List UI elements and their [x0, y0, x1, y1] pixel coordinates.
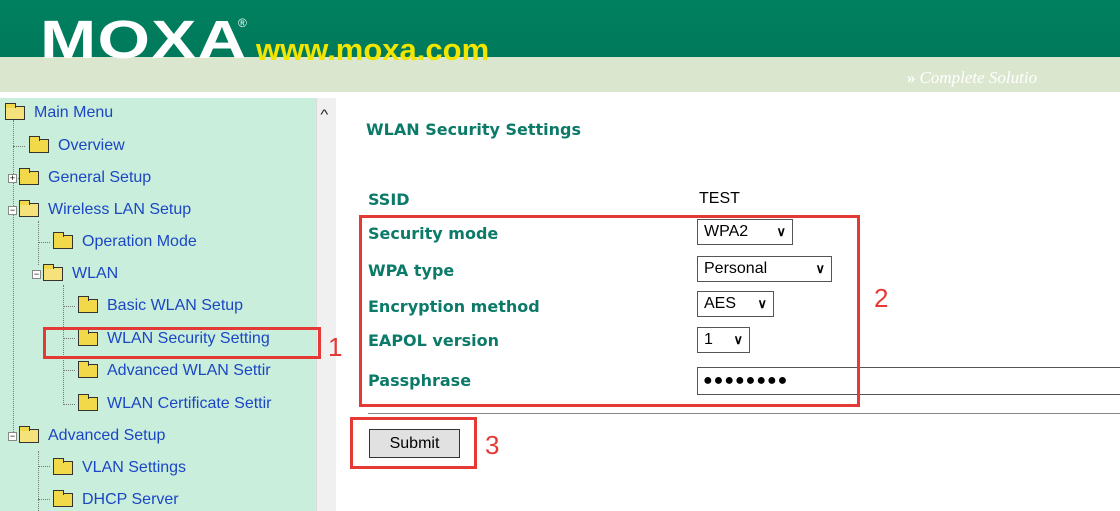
sidebar-item-label: Basic WLAN Setup — [107, 297, 244, 314]
ssid-label: SSID — [368, 190, 410, 209]
annotation-number-1: 1 — [328, 332, 343, 362]
tagline-text: Complete Solutio — [919, 68, 1038, 87]
double-chevron-icon: » — [907, 68, 916, 87]
sidebar-item-basic-wlan-setup[interactable]: Basic WLAN Setup — [78, 293, 243, 319]
annotation-box-1 — [43, 327, 321, 359]
header-banner: MOXA ® www.moxa.com » Complete Solutio — [0, 0, 1120, 92]
folder-icon — [78, 361, 98, 378]
sidebar-item-advanced-wlan-settings[interactable]: Advanced WLAN Settir — [78, 358, 271, 384]
folder-icon — [53, 458, 73, 475]
open-folder-icon — [43, 264, 63, 281]
tree-line — [63, 306, 75, 307]
sidebar-item-main-menu[interactable]: Main Menu — [5, 100, 113, 126]
sidebar-item-label: VLAN Settings — [82, 459, 187, 476]
ssid-value: TEST — [699, 190, 740, 207]
folder-icon — [78, 394, 98, 411]
open-folder-icon — [19, 200, 39, 217]
folder-icon — [53, 232, 73, 249]
sidebar-item-dhcp-server[interactable]: DHCP Server — [53, 487, 179, 511]
sidebar-item-label: Main Menu — [34, 104, 114, 121]
folder-icon — [19, 168, 39, 185]
registered-mark: ® — [238, 16, 247, 30]
tree-line — [13, 146, 25, 147]
scroll-up-icon[interactable]: ^ — [320, 106, 328, 122]
sidebar-item-general-setup[interactable]: + General Setup — [8, 165, 151, 191]
annotation-box-3 — [350, 417, 477, 469]
tree-line — [38, 242, 50, 243]
tree-line — [38, 466, 50, 467]
folder-icon — [29, 136, 49, 153]
sidebar-item-wlan-certificate-settings[interactable]: WLAN Certificate Settir — [78, 391, 271, 417]
sidebar-item-label: Operation Mode — [82, 233, 197, 250]
folder-icon — [53, 490, 73, 507]
tree-line — [38, 221, 39, 265]
sidebar-item-label: DHCP Server — [82, 491, 179, 508]
sidebar-item-label: General Setup — [48, 169, 152, 186]
tree-line — [38, 499, 50, 500]
collapse-minus-icon[interactable]: − — [8, 431, 17, 441]
sidebar-item-wireless-lan-setup[interactable]: − Wireless LAN Setup — [8, 197, 191, 223]
tree-line — [63, 370, 75, 371]
sidebar-item-label: Overview — [58, 137, 125, 154]
page-title: WLAN Security Settings — [366, 120, 581, 139]
moxa-logo: MOXA — [40, 10, 248, 70]
annotation-number-3: 3 — [485, 430, 500, 460]
annotation-number-2: 2 — [874, 283, 889, 313]
tree-line — [63, 404, 75, 405]
open-folder-icon — [19, 426, 39, 443]
open-folder-icon — [5, 103, 25, 120]
sidebar-item-vlan-settings[interactable]: VLAN Settings — [53, 455, 186, 481]
form-divider — [368, 413, 1120, 414]
sidebar-item-advanced-setup[interactable]: − Advanced Setup — [8, 423, 165, 449]
collapse-minus-icon[interactable]: − — [8, 205, 17, 215]
sidebar-item-operation-mode[interactable]: Operation Mode — [53, 229, 197, 255]
tree-line — [38, 451, 39, 511]
sidebar-item-label: Wireless LAN Setup — [48, 201, 192, 218]
expand-plus-icon[interactable]: + — [8, 173, 17, 183]
sidebar-tree: Main Menu Overview + General Setup − Wirel… — [0, 98, 316, 511]
tagline: » Complete Solutio — [907, 68, 1037, 88]
sidebar-item-label: Advanced WLAN Settir — [107, 362, 271, 379]
sidebar-item-label: WLAN — [72, 265, 119, 282]
sidebar-item-overview[interactable]: Overview — [29, 133, 125, 159]
sidebar-item-wlan[interactable]: − WLAN — [32, 261, 118, 287]
website-link[interactable]: www.moxa.com — [256, 32, 489, 68]
folder-icon — [78, 296, 98, 313]
annotation-box-2 — [359, 215, 860, 407]
sidebar-item-label: Advanced Setup — [48, 427, 166, 444]
sidebar-scrollbar[interactable]: ^ — [316, 98, 336, 511]
sidebar-item-label: WLAN Certificate Settir — [107, 395, 272, 412]
collapse-minus-icon[interactable]: − — [32, 269, 41, 279]
